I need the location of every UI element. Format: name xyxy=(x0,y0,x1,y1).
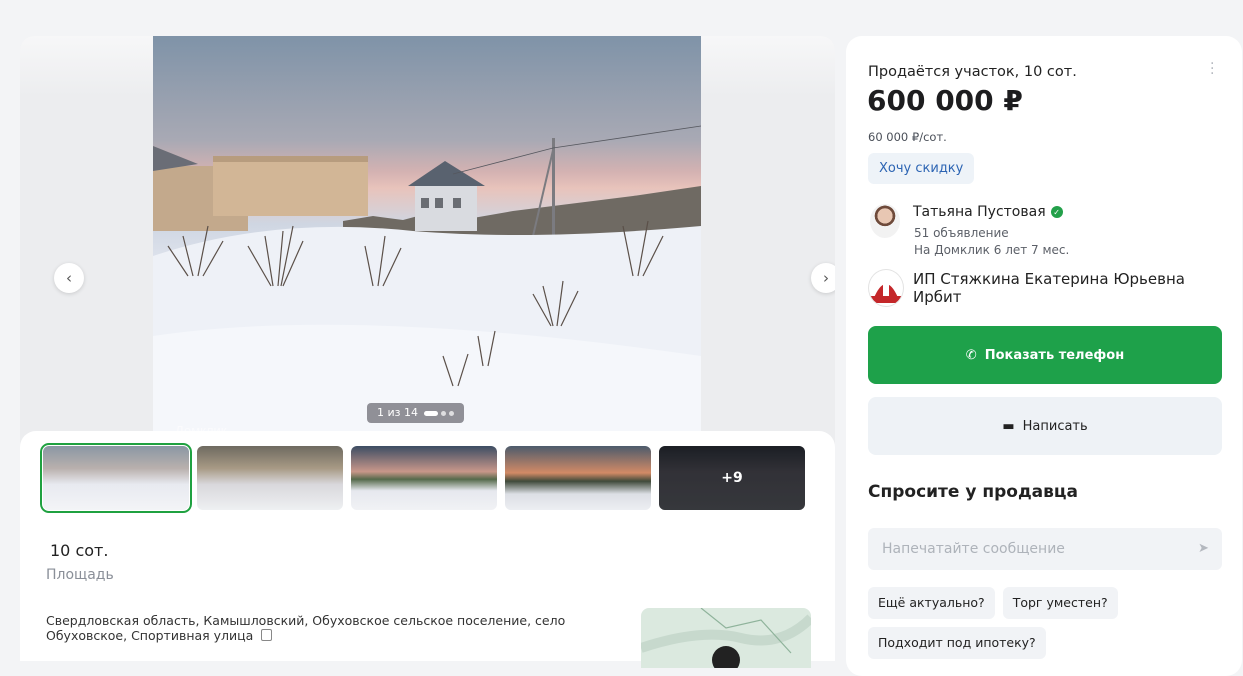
thumbnail-more[interactable]: +9 xyxy=(659,446,805,510)
thumbnail-1[interactable] xyxy=(40,443,192,513)
write-label: Написать xyxy=(1022,418,1088,434)
agent-name-row[interactable]: Татьяна Пустовая ✓ xyxy=(913,204,1063,220)
photo-counter: 1 из 14 xyxy=(367,403,464,423)
write-message-button[interactable]: ▬ Написать xyxy=(868,397,1222,455)
photo-gallery: Домклик ‹ › xyxy=(20,36,835,456)
prev-photo-button[interactable]: ‹ xyxy=(54,263,84,293)
quick-question-chip[interactable]: Подходит под ипотеку? xyxy=(868,627,1046,659)
chat-icon: ▬ xyxy=(1002,418,1015,434)
quick-question-chip[interactable]: Торг уместен? xyxy=(1002,587,1118,619)
show-phone-button[interactable]: ✆ Показать телефон xyxy=(868,326,1222,384)
send-icon[interactable]: ➤ xyxy=(1198,541,1209,556)
photo-counter-text: 1 из 14 xyxy=(377,406,418,419)
area-value: 10 сот. xyxy=(50,541,109,560)
address: Свердловская область, Камышловский, Обух… xyxy=(46,613,646,643)
copy-icon[interactable] xyxy=(261,629,273,641)
thumbnail-3[interactable] xyxy=(351,446,497,510)
main-photo[interactable]: Домклик xyxy=(153,36,701,436)
thumbnail-2[interactable] xyxy=(197,446,343,510)
more-options-icon[interactable]: · · · xyxy=(1210,57,1214,81)
thumbnail-strip: +9 xyxy=(40,443,805,513)
quick-questions: Ещё актуально? Торг уместен? Подходит по… xyxy=(868,587,1228,659)
quick-question-chip[interactable]: Ещё актуально? xyxy=(868,587,995,619)
agency-logo-mark xyxy=(869,280,903,303)
next-photo-button[interactable]: › xyxy=(811,263,835,293)
price-per-unit: 60 000 ₽/сот. xyxy=(868,130,947,144)
area-label: Площадь xyxy=(46,567,114,583)
map-illustration xyxy=(641,608,811,668)
agency-logo[interactable] xyxy=(868,269,904,307)
chevron-right-icon: › xyxy=(823,269,829,287)
more-photos-count: +9 xyxy=(659,446,805,510)
discount-button[interactable]: Хочу скидку xyxy=(868,153,975,184)
agency-name-line2: Ирбит xyxy=(913,288,962,306)
show-phone-label: Показать телефон xyxy=(984,347,1125,363)
chevron-left-icon: ‹ xyxy=(66,269,72,287)
price: 600 000 ₽ xyxy=(867,84,1023,117)
address-text: Свердловская область, Камышловский, Обух… xyxy=(46,613,566,643)
message-input[interactable] xyxy=(868,528,1222,570)
phone-icon: ✆ xyxy=(965,347,977,363)
photo-illustration xyxy=(153,125,701,436)
agent-avatar[interactable] xyxy=(870,204,900,238)
listing-details: +9 10 сот. Площадь Свердловская область,… xyxy=(20,431,835,668)
pagination-dots xyxy=(424,410,454,416)
verified-check-icon: ✓ xyxy=(1050,206,1063,218)
thumbnail-4[interactable] xyxy=(505,446,651,510)
agent-name: Татьяна Пустовая xyxy=(913,204,1046,220)
map-preview[interactable] xyxy=(641,608,811,668)
agent-listings: 51 объявление xyxy=(914,226,1009,240)
agency-name[interactable]: ИП Стяжкина Екатерина Юрьевна Ирбит xyxy=(913,270,1185,306)
ask-seller-title: Спросите у продавца xyxy=(868,482,1078,502)
offer-title: Продаётся участок, 10 сот. xyxy=(868,64,1077,80)
offer-card: · · · Продаётся участок, 10 сот. 600 000 ₽… xyxy=(846,36,1242,676)
agent-since: На Домклик 6 лет 7 мес. xyxy=(914,243,1070,257)
agency-name-line1: ИП Стяжкина Екатерина Юрьевна xyxy=(913,270,1185,288)
